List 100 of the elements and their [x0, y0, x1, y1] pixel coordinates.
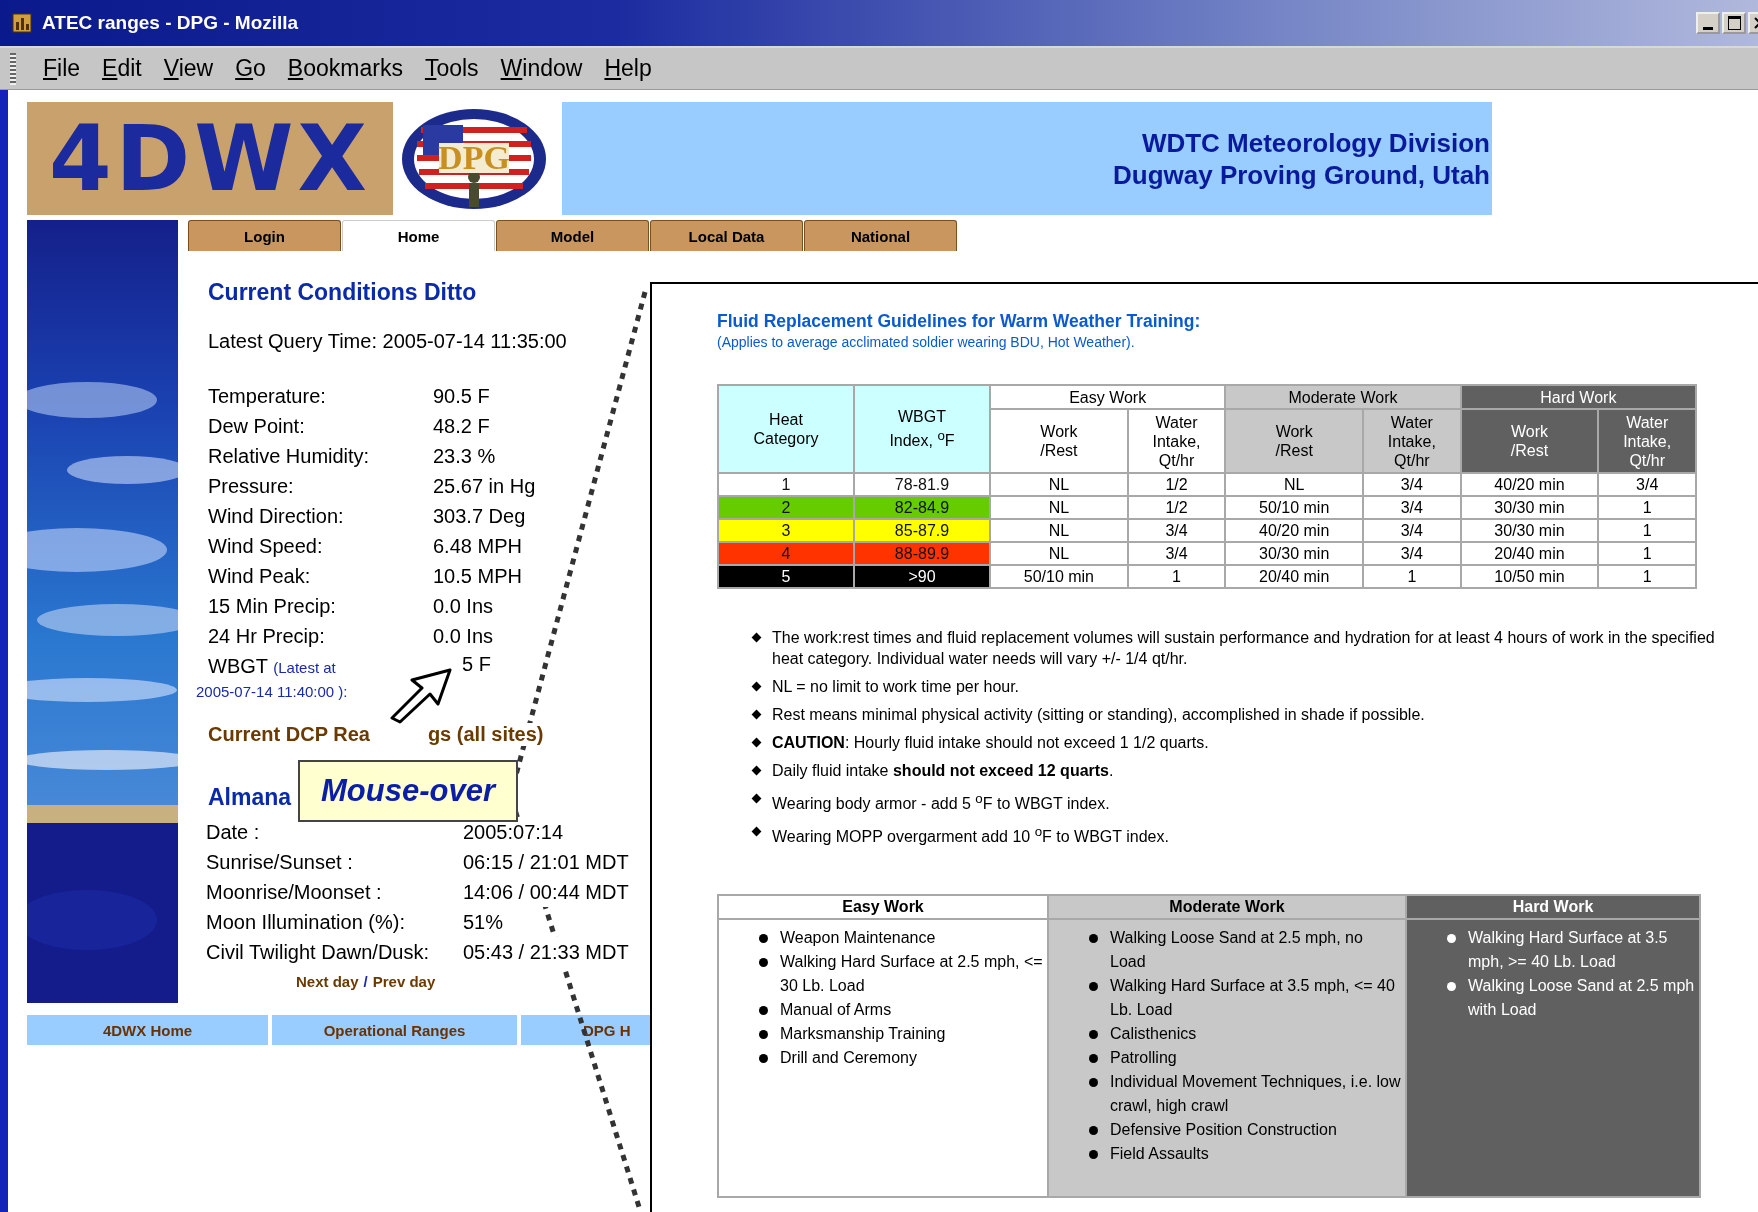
minimize-button[interactable]: [1696, 12, 1720, 34]
bullet-icon: [751, 681, 762, 692]
table-cell: 1: [1127, 565, 1226, 588]
bullet-icon: [759, 1005, 768, 1015]
bullet-icon: [759, 933, 768, 943]
group-header: Moderate Work: [1049, 895, 1405, 920]
bullet-icon: [751, 793, 762, 804]
activity-text: Weapon Maintenance: [780, 927, 936, 948]
bullet-icon: [759, 1029, 768, 1039]
table-cell: 82-84.9: [854, 496, 990, 519]
note-text: Wearing MOPP overgarment add 10 $^{o}$F to WBGT index.: [772, 823, 1170, 848]
table-cell: 3/4: [1363, 496, 1461, 519]
table-cell: 20/40 min: [1460, 542, 1599, 565]
nav-tab[interactable]: Local Data: [650, 220, 803, 251]
table-cell: 3/4: [1363, 542, 1461, 565]
menu-item[interactable]: View: [152, 55, 225, 82]
menu-item[interactable]: File: [32, 55, 92, 82]
group-header: Hard Work: [1407, 895, 1699, 920]
minimize-icon: [1703, 26, 1713, 30]
table-cell: 1: [1598, 519, 1696, 542]
table-cell: 2: [718, 496, 854, 519]
column-header: Work /Rest: [990, 409, 1128, 473]
almanac-value: 06:15 / 21:01 MDT: [463, 847, 629, 877]
footer-link[interactable]: 4DWX Home: [27, 1015, 268, 1045]
bullet-icon: [751, 632, 762, 643]
tooltip: Mouse-over: [298, 760, 518, 822]
table-cell: 1: [1598, 496, 1696, 519]
section-heading: Current Conditions Ditto: [208, 279, 478, 306]
column-header: Work /Rest: [1460, 409, 1599, 473]
menu-item[interactable]: Help: [593, 55, 663, 82]
bullet-icon: [1089, 933, 1098, 943]
bullet-icon: [1089, 981, 1098, 991]
table-cell: 3/4: [1127, 519, 1226, 542]
note-text: Rest means minimal physical activity (sitting or standing), accomplished in shade if possible.: [772, 705, 1426, 725]
menu-item[interactable]: Tools: [413, 55, 490, 82]
nav-tab[interactable]: Model: [496, 220, 649, 251]
table-cell: 3/4: [1598, 473, 1696, 496]
table-cell: NL: [990, 519, 1128, 542]
bullet-icon: [1447, 933, 1456, 943]
activity-text: Walking Hard Surface at 3.5 mph, <= 40 Lb. Load: [1110, 975, 1396, 1020]
bullet-icon: [1089, 1053, 1098, 1063]
maximize-icon: [1727, 16, 1741, 30]
query-time: Latest Query Time: 2005-07-14 11:35:00: [208, 330, 568, 353]
footer-link[interactable]: Operational Ranges: [272, 1015, 517, 1045]
bullet-icon: [1089, 1077, 1098, 1087]
site-logo[interactable]: 4DWX: [27, 102, 393, 215]
column-header: Water Intake, Qt/hr: [1598, 409, 1696, 473]
table-cell: 78-81.9: [854, 473, 990, 496]
table-cell: 1: [1598, 565, 1696, 588]
nav-tab[interactable]: Login: [188, 220, 341, 251]
activity-text: Marksmanship Training: [780, 1023, 946, 1044]
table-cell: 1: [1598, 542, 1696, 565]
column-header: Water Intake, Qt/hr: [1363, 409, 1461, 473]
table-cell: 10/50 min: [1460, 565, 1599, 588]
reading-value: 5 F: [462, 653, 491, 676]
table-cell: 30/30 min: [1225, 542, 1364, 565]
table-cell: 5: [718, 565, 854, 588]
table-cell: NL: [1225, 473, 1364, 496]
table-cell: 3/4: [1363, 473, 1461, 496]
table-cell: 50/10 min: [1225, 496, 1364, 519]
reading-label: WBGT: [208, 655, 268, 677]
table-cell: 20/40 min: [1225, 565, 1364, 588]
table-cell: NL: [990, 542, 1128, 565]
group-header: Hard Work: [1460, 385, 1696, 409]
activity-text: Walking Loose Sand at 2.5 mph, no Load: [1110, 927, 1364, 972]
table-cell: 30/30 min: [1460, 496, 1599, 519]
table-cell: 30/30 min: [1460, 519, 1599, 542]
menu-item[interactable]: Window: [489, 55, 594, 82]
banner-title: Dugway Proving Ground, Utah: [1113, 158, 1490, 191]
prev-day-link[interactable]: Prev day: [372, 973, 436, 990]
activity-text: Walking Hard Surface at 3.5 mph, >= 40 Lb. Load: [1468, 927, 1669, 972]
table-cell: >90: [854, 565, 990, 588]
table-cell: 3/4: [1363, 519, 1461, 542]
almanac-value: 14:06 / 00:44 MDT: [463, 877, 629, 907]
table-cell: 1: [718, 473, 854, 496]
activity-text: Defensive Position Construction: [1110, 1119, 1337, 1140]
menu-item[interactable]: Bookmarks: [276, 55, 414, 82]
table-cell: 50/10 min: [990, 565, 1128, 588]
column-header: Water Intake, Qt/hr: [1127, 409, 1226, 473]
menu-item[interactable]: Edit: [91, 55, 153, 82]
activity-text: Individual Movement Techniques, i.e. low crawl, high crawl: [1110, 1071, 1401, 1116]
note-text: NL = no limit to work time per hour.: [772, 677, 1021, 697]
toolbar-grip-icon[interactable]: [10, 52, 16, 85]
bullet-icon: [751, 826, 762, 837]
table-cell: 4: [718, 542, 854, 565]
table-cell: 3: [718, 519, 854, 542]
nav-tab[interactable]: National: [804, 220, 957, 251]
table-cell: NL: [990, 496, 1128, 519]
activity-text: Calisthenics: [1110, 1023, 1197, 1044]
activity-text: Patrolling: [1110, 1047, 1177, 1068]
window-title: ATEC ranges - DPG - Mozilla: [42, 12, 299, 34]
next-day-link[interactable]: Next day: [296, 973, 359, 990]
column-header: Heat Category: [718, 385, 854, 473]
bullet-icon: [1089, 1149, 1098, 1159]
maximize-button[interactable]: [1722, 12, 1746, 34]
menu-item[interactable]: Go: [224, 55, 277, 82]
nav-tab[interactable]: Home: [342, 220, 495, 251]
wbgt-note: 2005-07-14 11:40:00 ):: [196, 683, 349, 700]
table-cell: 40/20 min: [1460, 473, 1599, 496]
panel-title: Fluid Replacement Guidelines for Warm Weather Training:: [717, 311, 1202, 332]
